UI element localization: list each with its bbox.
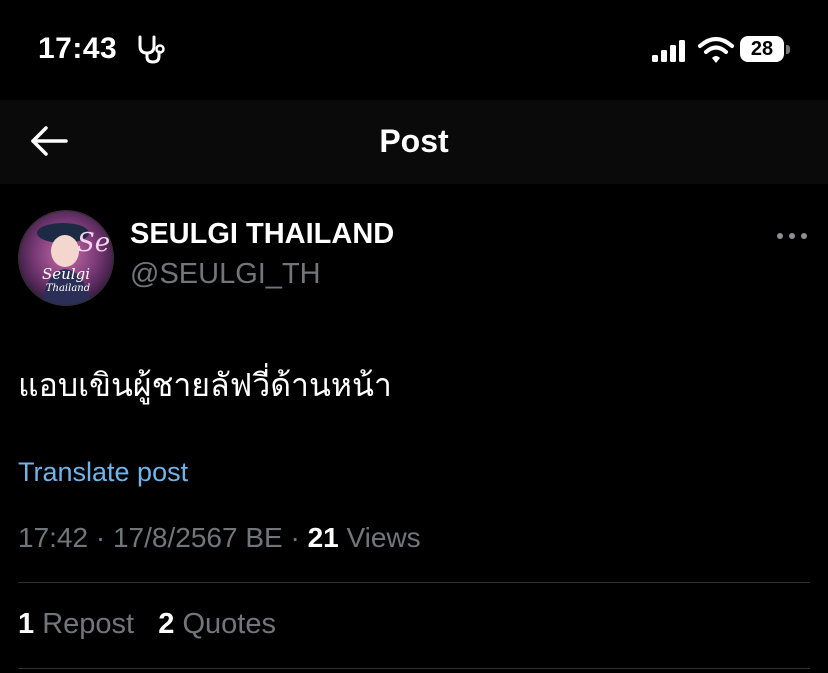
- post-meta: 17:42 · 17/8/2567 BE · 21 Views: [18, 522, 421, 554]
- avatar-script-text: Seul: [77, 228, 113, 258]
- author-handle[interactable]: @SEULGI_TH: [130, 258, 321, 291]
- divider: [18, 668, 810, 669]
- avatar-line-2: Thailand: [46, 283, 90, 294]
- meta-separator: ·: [290, 522, 300, 553]
- wifi-icon: [698, 37, 734, 63]
- avatar[interactable]: Seul Seulgi Thailand: [18, 210, 114, 306]
- views-count: 21: [307, 522, 339, 553]
- reposts-label: Repost: [42, 608, 135, 640]
- translate-post-link[interactable]: Translate post: [18, 457, 188, 488]
- views-label: Views: [346, 522, 421, 553]
- quotes-label: Quotes: [182, 608, 276, 640]
- post-stats: 1 Repost 2 Quotes: [18, 608, 276, 641]
- avatar-image: Seul Seulgi Thailand: [19, 211, 113, 305]
- battery-icon: 28: [740, 36, 792, 64]
- avatar-line-1: Seulgi: [42, 265, 90, 283]
- status-time: 17:43: [38, 32, 118, 65]
- meta-separator: ·: [95, 522, 106, 553]
- post-date: 17/8/2567 BE: [112, 522, 283, 553]
- quotes-stat[interactable]: 2 Quotes: [158, 608, 276, 640]
- page-title: Post: [379, 123, 449, 159]
- battery-level: 28: [750, 38, 774, 60]
- quotes-count: 2: [158, 608, 175, 640]
- post-header: Post: [0, 100, 828, 184]
- reposts-count: 1: [18, 608, 35, 640]
- post-time: 17:42: [18, 522, 89, 553]
- divider: [18, 582, 810, 583]
- stethoscope-icon: [138, 35, 165, 64]
- author-display-name[interactable]: SEULGI THAILAND: [130, 218, 394, 251]
- more-button[interactable]: [774, 224, 810, 248]
- arrow-left-icon: [31, 126, 68, 156]
- status-bar: 17:43 28: [0, 0, 828, 100]
- back-button[interactable]: [28, 122, 70, 160]
- post-text: แอบเขินผู้ชายลัฟวี่ด้านหน้า: [18, 366, 392, 404]
- cellular-signal-icon: [652, 40, 685, 62]
- reposts-stat[interactable]: 1 Repost: [18, 608, 134, 640]
